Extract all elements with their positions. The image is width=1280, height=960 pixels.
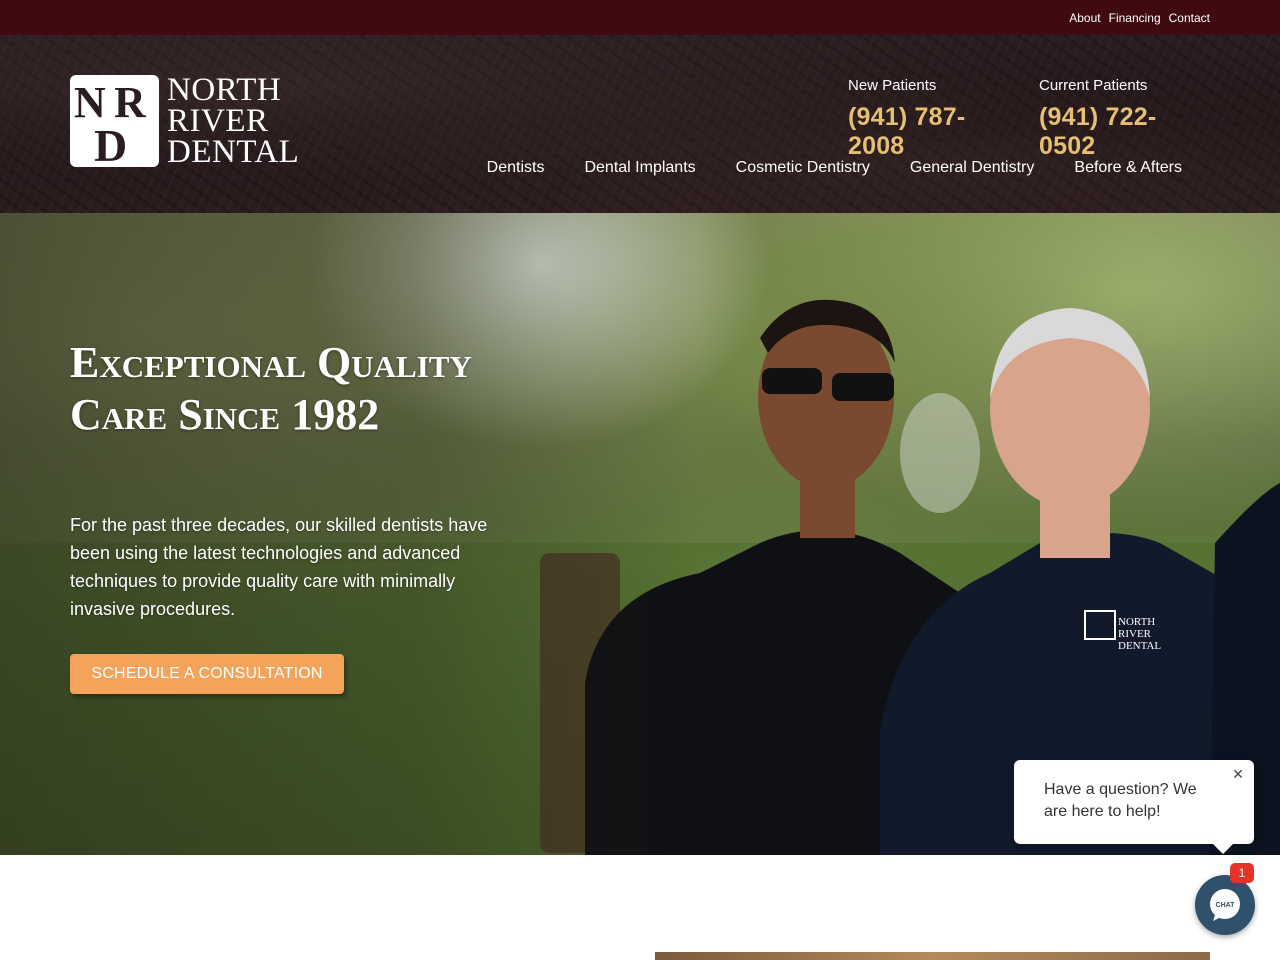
section-image-top-edge [655, 952, 1210, 960]
nav-item-general-dentistry[interactable]: General Dentistry [910, 159, 1035, 177]
utility-links: About Financing Contact [1069, 11, 1210, 25]
about-link[interactable]: About [1069, 11, 1100, 25]
chat-launcher-button[interactable]: CHAT [1195, 875, 1255, 935]
logo-line-1: North [167, 72, 282, 108]
nav-item-before-afters[interactable]: Before & Afters [1074, 159, 1182, 177]
current-patients-phone: Current Patients (941) 722-0502 [1039, 77, 1211, 161]
site-logo[interactable]: N R D North River Dental [70, 72, 300, 170]
hero-section: NORTH RIVER DENTAL Exceptional Quality C… [0, 213, 1280, 855]
chat-unread-badge: 1 [1230, 863, 1254, 883]
chat-launcher-label: CHAT [1216, 902, 1236, 909]
new-patients-phone: New Patients (941) 787-2008 [848, 77, 1019, 161]
nav-item-dental-implants[interactable]: Dental Implants [584, 159, 695, 177]
svg-text:DENTAL: DENTAL [1118, 640, 1161, 652]
close-icon[interactable]: ✕ [1231, 767, 1245, 781]
current-patients-label: Current Patients [1039, 77, 1148, 94]
new-patients-number[interactable]: (941) 787-2008 [848, 103, 1019, 161]
site-header: N R D North River Dental New Patients (9… [0, 35, 1280, 213]
chat-bubble-icon: CHAT [1210, 889, 1240, 921]
main-nav: Dentists Dental Implants Cosmetic Dentis… [487, 159, 1182, 177]
chat-message: Have a question? We are here to help! [1044, 781, 1197, 820]
logo-monogram-icon: N R D [70, 75, 159, 167]
nav-item-dentists[interactable]: Dentists [487, 159, 545, 177]
current-patients-number[interactable]: (941) 722-0502 [1039, 103, 1211, 161]
contact-link[interactable]: Contact [1169, 11, 1210, 25]
new-patients-label: New Patients [848, 77, 937, 94]
nav-item-cosmetic-dentistry[interactable]: Cosmetic Dentistry [736, 159, 870, 177]
financing-link[interactable]: Financing [1109, 11, 1161, 25]
hero-description: For the past three decades, our skilled … [70, 515, 488, 619]
logo-wordmark: North River Dental [167, 72, 300, 170]
phone-numbers: New Patients (941) 787-2008 Current Pati… [848, 77, 1211, 161]
logo-line-3: Dental [167, 134, 300, 170]
logo-line-2: River [167, 103, 269, 139]
svg-text:D: D [94, 120, 127, 167]
schedule-consultation-button[interactable]: SCHEDULE A CONSULTATION [70, 654, 344, 694]
svg-text:NORTH: NORTH [1118, 616, 1155, 628]
hero-title: Exceptional Quality Care Since 1982 [70, 338, 472, 439]
top-utility-bar: About Financing Contact [0, 0, 1280, 35]
chat-prompt-bubble[interactable]: Have a question? We are here to help! ✕ [1014, 760, 1254, 854]
svg-text:RIVER: RIVER [1118, 628, 1152, 640]
